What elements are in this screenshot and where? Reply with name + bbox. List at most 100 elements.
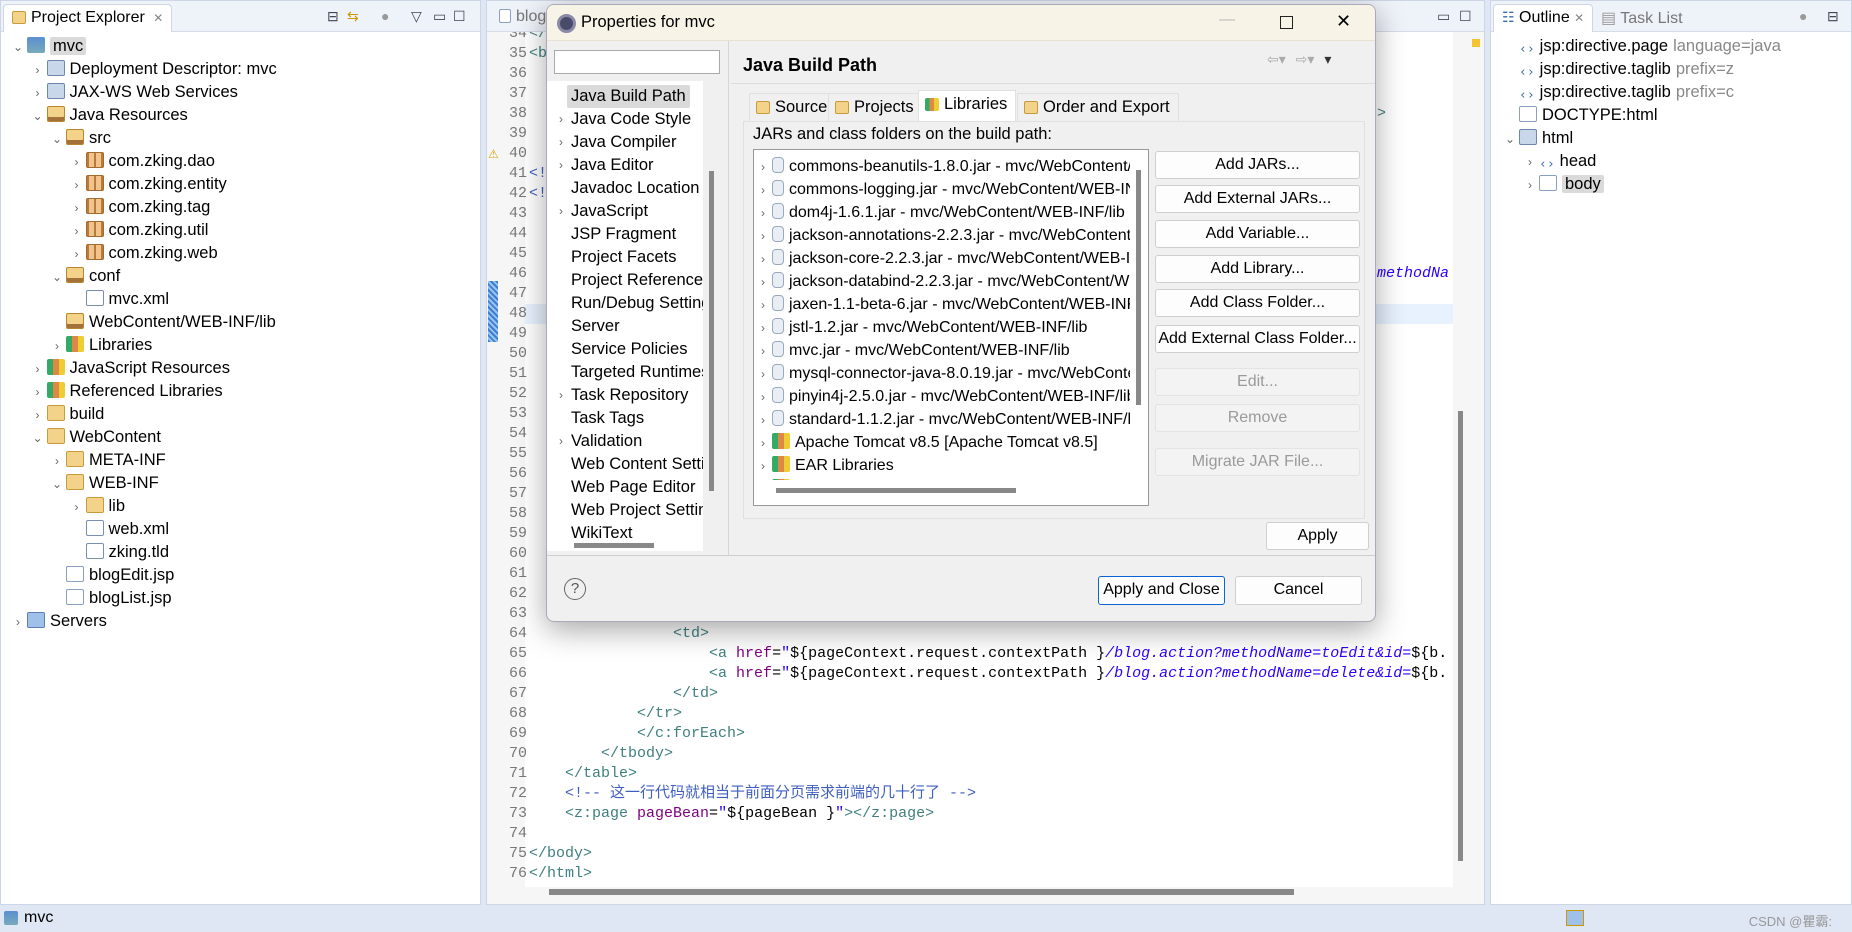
maximize-icon[interactable]	[1280, 16, 1293, 29]
add-jars-button[interactable]: Add JARs...	[1155, 151, 1360, 179]
nav-item[interactable]: Java Compiler	[571, 131, 676, 154]
chevron-right-icon[interactable]: ›	[1521, 151, 1539, 174]
build-path-list[interactable]: › commons-beanutils-1.8.0.jar - mvc/WebCo…	[753, 149, 1149, 506]
chevron-right-icon[interactable]: ›	[754, 317, 772, 340]
edit-button[interactable]: Edit...	[1155, 368, 1360, 396]
tree-item[interactable]: › com.zking.web	[68, 242, 218, 265]
nav-item[interactable]: Java Build Path	[567, 85, 690, 108]
chevron-down-icon[interactable]: ⌄	[1501, 128, 1519, 151]
tab-outline[interactable]: ☷ Outline ✕	[1493, 4, 1594, 32]
tab-order-and-export[interactable]: Order and Export	[1017, 93, 1179, 121]
chevron-right-icon[interactable]: ›	[559, 108, 563, 131]
chevron-right-icon[interactable]: ›	[754, 455, 772, 478]
forward-menu-icon[interactable]: ▾	[1307, 51, 1314, 67]
chevron-right-icon[interactable]: ›	[754, 225, 772, 248]
nav-item[interactable]: Service Policies	[571, 338, 687, 361]
tab-projects[interactable]: Projects	[828, 93, 923, 121]
maximize-icon[interactable]: ☐	[453, 8, 466, 24]
nav-item[interactable]: Server	[571, 315, 620, 338]
tree-item[interactable]: web.xml	[68, 518, 169, 541]
add-external-class-folder-button[interactable]: Add External Class Folder...	[1155, 325, 1360, 353]
chevron-down-icon[interactable]: ⌄	[48, 473, 66, 496]
outline-item[interactable]: DOCTYPE:html	[1501, 104, 1658, 127]
build-path-entry[interactable]: › standard-1.1.2.jar - mvc/WebContent/WEB…	[754, 408, 1130, 431]
tab-libraries[interactable]: Libraries	[918, 90, 1017, 121]
outline-item[interactable]: › ‹› head	[1521, 150, 1596, 173]
chevron-down-icon[interactable]: ⌄	[48, 128, 66, 151]
nav-item[interactable]: JavaScript	[571, 200, 648, 223]
tree-item[interactable]: mvc.xml	[68, 288, 169, 311]
chevron-right-icon[interactable]: ›	[559, 154, 563, 177]
build-path-entry[interactable]: › commons-logging.jar - mvc/WebContent/WE…	[754, 178, 1130, 201]
chevron-right-icon[interactable]: ›	[29, 82, 47, 105]
tree-item[interactable]: › META-INF	[48, 449, 166, 472]
build-path-entry[interactable]: › jackson-core-2.2.3.jar - mvc/WebContent…	[754, 247, 1130, 270]
tree-item[interactable]: blogList.jsp	[48, 587, 172, 610]
horizontal-scrollbar[interactable]	[549, 889, 1294, 895]
tree-item[interactable]: › Deployment Descriptor: mvc	[29, 58, 277, 81]
chevron-right-icon[interactable]: ›	[68, 243, 86, 266]
chevron-right-icon[interactable]: ›	[754, 156, 772, 179]
tree-item[interactable]: zking.tld	[68, 541, 169, 564]
tree-item[interactable]: › com.zking.entity	[68, 173, 227, 196]
tree-item[interactable]: › Referenced Libraries	[29, 380, 223, 403]
open-perspective-icon[interactable]	[1566, 910, 1584, 926]
tree-item[interactable]: › com.zking.tag	[68, 196, 210, 219]
migrate-jar-file-button[interactable]: Migrate JAR File...	[1155, 448, 1360, 476]
chevron-right-icon[interactable]: ›	[48, 335, 66, 358]
chevron-right-icon[interactable]: ›	[68, 220, 86, 243]
tree-item[interactable]: › JAX-WS Web Services	[29, 81, 238, 104]
nav-item[interactable]: Java Code Style	[571, 108, 691, 131]
chevron-right-icon[interactable]: ›	[29, 381, 47, 404]
filter-input[interactable]	[554, 50, 720, 74]
chevron-right-icon[interactable]: ›	[754, 409, 772, 432]
vertical-scrollbar[interactable]	[1458, 411, 1463, 861]
chevron-right-icon[interactable]: ›	[754, 294, 772, 317]
view-menu-icon[interactable]: ▽	[411, 8, 422, 24]
tab-project-explorer[interactable]: Project Explorer ✕	[3, 4, 173, 32]
tree-item[interactable]: › Libraries	[48, 334, 152, 357]
chevron-right-icon[interactable]: ›	[754, 271, 772, 294]
nav-vscrollbar[interactable]	[709, 171, 714, 491]
nav-item[interactable]: Javadoc Location	[571, 177, 699, 200]
build-path-entry[interactable]: › jackson-annotations-2.2.3.jar - mvc/Web…	[754, 224, 1130, 247]
chevron-right-icon[interactable]: ›	[754, 202, 772, 225]
minimize-icon[interactable]: ▭	[1437, 8, 1450, 24]
outline-item[interactable]: ‹› jsp:directive.page language=java	[1501, 35, 1781, 58]
forward-icon[interactable]: ⇨	[1296, 51, 1308, 67]
chevron-right-icon[interactable]: ›	[29, 404, 47, 427]
chevron-right-icon[interactable]: ›	[559, 131, 563, 154]
chevron-right-icon[interactable]: ›	[68, 151, 86, 174]
maximize-icon[interactable]: ☐	[1459, 8, 1472, 24]
close-icon[interactable]: ✕	[1336, 11, 1351, 32]
outline-item[interactable]: › body	[1521, 173, 1604, 196]
nav-item[interactable]: WikiText	[571, 522, 632, 545]
chevron-right-icon[interactable]: ›	[754, 386, 772, 409]
chevron-right-icon[interactable]: ›	[754, 432, 772, 455]
nav-item[interactable]: Web Project Settings	[571, 499, 703, 522]
tree-item[interactable]: blogEdit.jsp	[48, 564, 174, 587]
filter-icon[interactable]: ●	[1799, 8, 1807, 24]
build-path-entry[interactable]: › jaxen-1.1-beta-6.jar - mvc/WebContent/W…	[754, 293, 1130, 316]
add-library-button[interactable]: Add Library...	[1155, 255, 1360, 283]
tree-item[interactable]: › lib	[68, 495, 125, 518]
tree-item[interactable]: ⌄ WEB-INF	[48, 472, 159, 495]
cancel-button[interactable]: Cancel	[1235, 576, 1362, 605]
build-path-entry[interactable]: › jstl-1.2.jar - mvc/WebContent/WEB-INF/l…	[754, 316, 1087, 339]
nav-item[interactable]: Project References	[571, 269, 703, 292]
build-path-entry[interactable]: › mvc.jar - mvc/WebContent/WEB-INF/lib	[754, 339, 1070, 362]
view-menu-icon[interactable]: ▾	[1324, 51, 1331, 67]
chevron-right-icon[interactable]: ›	[559, 430, 563, 453]
chevron-right-icon[interactable]: ›	[9, 611, 27, 634]
minimize-icon[interactable]: ▭	[433, 8, 446, 24]
tree-item[interactable]: › JavaScript Resources	[29, 357, 230, 380]
chevron-right-icon[interactable]: ›	[754, 179, 772, 202]
minimize-icon[interactable]: —	[1219, 11, 1235, 29]
outline-item[interactable]: ‹› jsp:directive.taglib prefix=c	[1501, 81, 1734, 104]
nav-item[interactable]: Web Page Editor	[571, 476, 695, 499]
build-path-entry[interactable]: › pinyin4j-2.5.0.jar - mvc/WebContent/WEB…	[754, 385, 1130, 408]
link-with-editor-icon[interactable]: ⇆	[347, 8, 359, 24]
nav-item[interactable]: Run/Debug Settings	[571, 292, 703, 315]
chevron-right-icon[interactable]: ›	[48, 450, 66, 473]
add-variable-button[interactable]: Add Variable...	[1155, 220, 1360, 248]
